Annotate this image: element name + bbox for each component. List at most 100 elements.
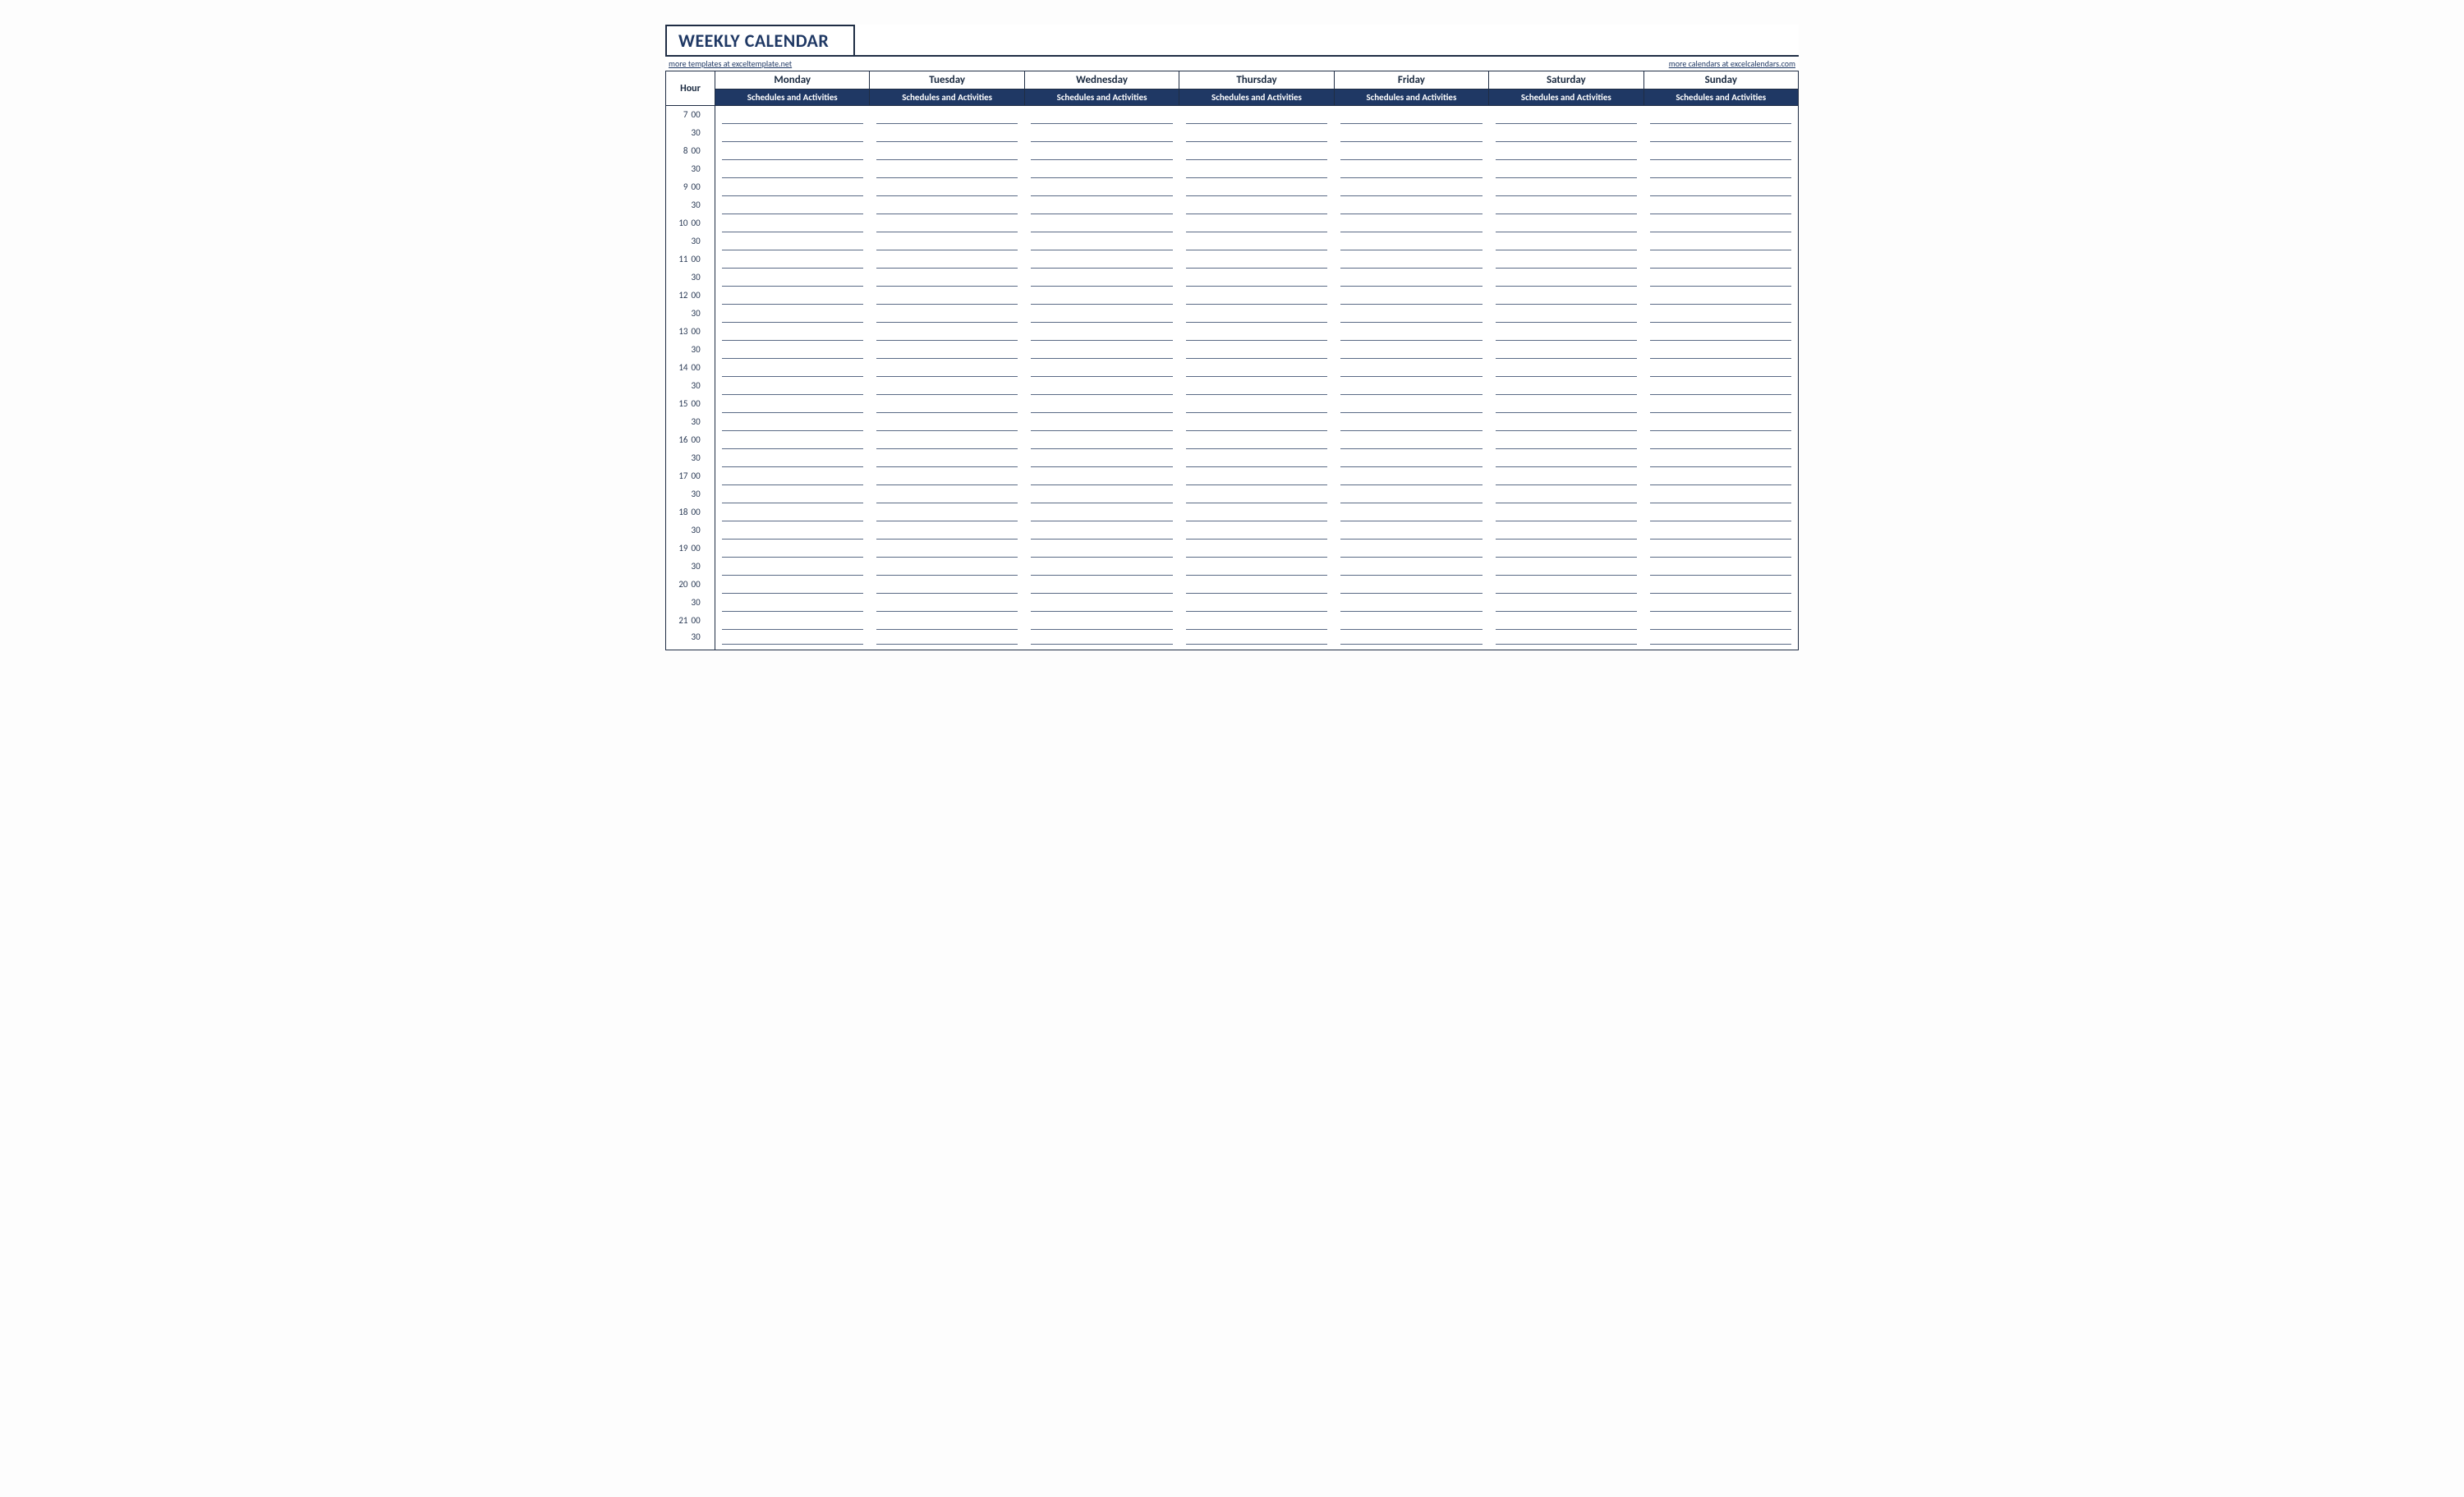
schedule-cell[interactable] (1024, 558, 1179, 576)
schedule-cell[interactable] (1179, 269, 1334, 287)
schedule-cell[interactable] (870, 196, 1024, 214)
schedule-cell[interactable] (1024, 467, 1179, 485)
schedule-cell[interactable] (1179, 431, 1334, 449)
schedule-cell[interactable] (1024, 305, 1179, 323)
schedule-cell[interactable] (1024, 576, 1179, 594)
schedule-cell[interactable] (1179, 287, 1334, 305)
schedule-cell[interactable] (715, 576, 870, 594)
schedule-cell[interactable] (870, 269, 1024, 287)
schedule-cell[interactable] (1643, 106, 1798, 124)
schedule-cell[interactable] (1643, 449, 1798, 467)
schedule-cell[interactable] (1334, 214, 1488, 232)
schedule-cell[interactable] (715, 467, 870, 485)
schedule-cell[interactable] (1179, 323, 1334, 341)
schedule-cell[interactable] (870, 467, 1024, 485)
schedule-cell[interactable] (1334, 232, 1488, 250)
schedule-cell[interactable] (1024, 142, 1179, 160)
schedule-cell[interactable] (1334, 413, 1488, 431)
schedule-cell[interactable] (1334, 178, 1488, 196)
schedule-cell[interactable] (1643, 305, 1798, 323)
schedule-cell[interactable] (1334, 558, 1488, 576)
schedule-cell[interactable] (1489, 124, 1643, 142)
schedule-cell[interactable] (1024, 341, 1179, 359)
schedule-cell[interactable] (1489, 287, 1643, 305)
schedule-cell[interactable] (1643, 214, 1798, 232)
schedule-cell[interactable] (1024, 377, 1179, 395)
schedule-cell[interactable] (1024, 540, 1179, 558)
schedule-cell[interactable] (1024, 630, 1179, 650)
schedule-cell[interactable] (1334, 287, 1488, 305)
schedule-cell[interactable] (1489, 142, 1643, 160)
schedule-cell[interactable] (870, 287, 1024, 305)
schedule-cell[interactable] (1489, 630, 1643, 650)
schedule-cell[interactable] (1179, 160, 1334, 178)
schedule-cell[interactable] (1179, 540, 1334, 558)
schedule-cell[interactable] (1024, 250, 1179, 269)
schedule-cell[interactable] (1179, 485, 1334, 503)
schedule-cell[interactable] (870, 323, 1024, 341)
schedule-cell[interactable] (1334, 431, 1488, 449)
schedule-cell[interactable] (870, 250, 1024, 269)
schedule-cell[interactable] (1334, 521, 1488, 540)
schedule-cell[interactable] (1024, 178, 1179, 196)
schedule-cell[interactable] (1334, 124, 1488, 142)
schedule-cell[interactable] (870, 558, 1024, 576)
schedule-cell[interactable] (1489, 232, 1643, 250)
schedule-cell[interactable] (870, 612, 1024, 630)
schedule-cell[interactable] (1334, 160, 1488, 178)
schedule-cell[interactable] (1179, 558, 1334, 576)
schedule-cell[interactable] (1179, 395, 1334, 413)
schedule-cell[interactable] (870, 540, 1024, 558)
schedule-cell[interactable] (1179, 232, 1334, 250)
schedule-cell[interactable] (870, 341, 1024, 359)
schedule-cell[interactable] (1024, 612, 1179, 630)
schedule-cell[interactable] (1334, 467, 1488, 485)
schedule-cell[interactable] (1643, 142, 1798, 160)
schedule-cell[interactable] (1334, 196, 1488, 214)
more-templates-link[interactable]: more templates at exceltemplate.net (669, 58, 792, 69)
schedule-cell[interactable] (870, 431, 1024, 449)
schedule-cell[interactable] (1179, 305, 1334, 323)
schedule-cell[interactable] (1024, 160, 1179, 178)
schedule-cell[interactable] (870, 503, 1024, 521)
schedule-cell[interactable] (715, 178, 870, 196)
schedule-cell[interactable] (1179, 594, 1334, 612)
schedule-cell[interactable] (1334, 250, 1488, 269)
schedule-cell[interactable] (715, 305, 870, 323)
schedule-cell[interactable] (1489, 305, 1643, 323)
schedule-cell[interactable] (1334, 449, 1488, 467)
schedule-cell[interactable] (870, 232, 1024, 250)
schedule-cell[interactable] (870, 305, 1024, 323)
schedule-cell[interactable] (1334, 395, 1488, 413)
schedule-cell[interactable] (1489, 359, 1643, 377)
schedule-cell[interactable] (870, 124, 1024, 142)
schedule-cell[interactable] (715, 612, 870, 630)
schedule-cell[interactable] (1489, 178, 1643, 196)
schedule-cell[interactable] (1334, 305, 1488, 323)
schedule-cell[interactable] (1334, 540, 1488, 558)
schedule-cell[interactable] (1334, 341, 1488, 359)
schedule-cell[interactable] (870, 395, 1024, 413)
schedule-cell[interactable] (715, 377, 870, 395)
schedule-cell[interactable] (870, 630, 1024, 650)
schedule-cell[interactable] (1643, 413, 1798, 431)
schedule-cell[interactable] (1489, 576, 1643, 594)
schedule-cell[interactable] (870, 377, 1024, 395)
schedule-cell[interactable] (715, 449, 870, 467)
schedule-cell[interactable] (715, 269, 870, 287)
schedule-cell[interactable] (1024, 269, 1179, 287)
schedule-cell[interactable] (1489, 160, 1643, 178)
schedule-cell[interactable] (1643, 594, 1798, 612)
schedule-cell[interactable] (715, 395, 870, 413)
schedule-cell[interactable] (870, 576, 1024, 594)
schedule-cell[interactable] (1489, 431, 1643, 449)
schedule-cell[interactable] (870, 160, 1024, 178)
schedule-cell[interactable] (715, 359, 870, 377)
schedule-cell[interactable] (1489, 214, 1643, 232)
schedule-cell[interactable] (1024, 106, 1179, 124)
schedule-cell[interactable] (715, 106, 870, 124)
schedule-cell[interactable] (870, 594, 1024, 612)
schedule-cell[interactable] (1024, 413, 1179, 431)
schedule-cell[interactable] (715, 630, 870, 650)
schedule-cell[interactable] (1643, 630, 1798, 650)
